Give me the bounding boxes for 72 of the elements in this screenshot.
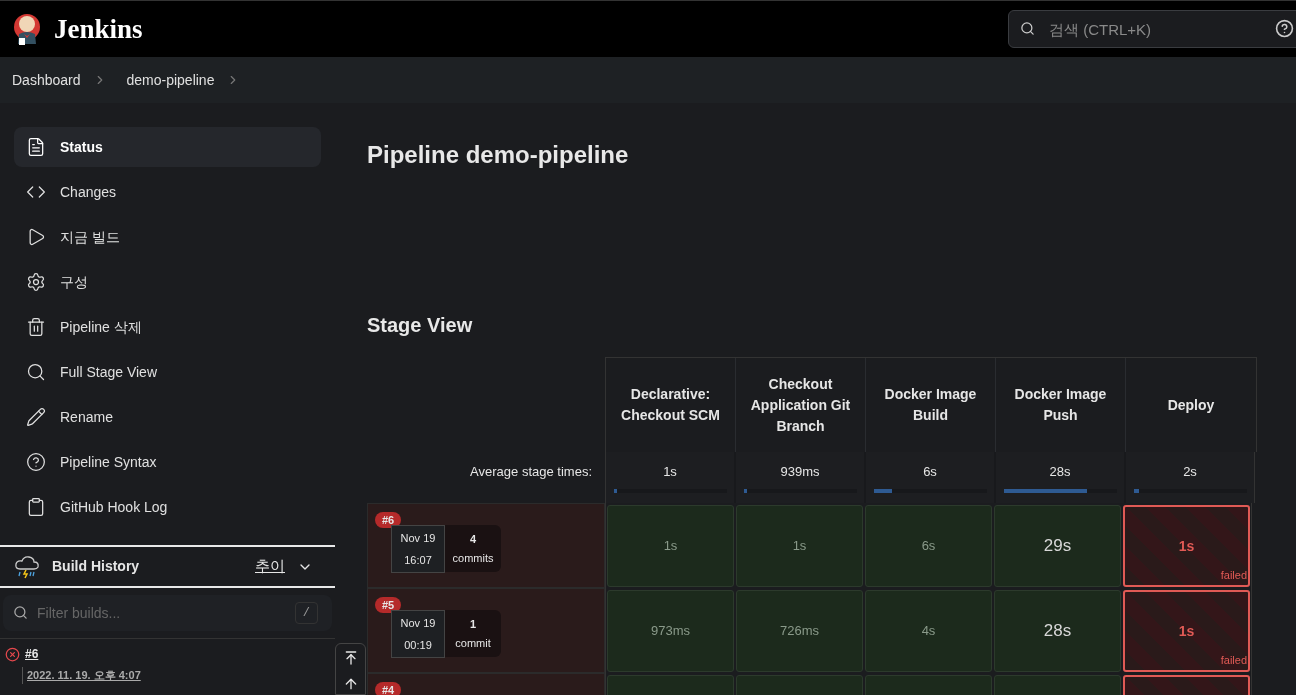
search-icon [1020,21,1035,36]
sidebar-item[interactable]: Rename [14,397,321,437]
commit-label: commit [455,636,491,651]
sidebar-item[interactable]: GitHub Hook Log [14,487,321,527]
stage-cell[interactable]: 28s [994,590,1121,672]
build-number-badge[interactable]: #5 [375,597,402,613]
commit-count: 4 [469,531,477,547]
commit-count: 1 [469,616,477,632]
sidebar-item[interactable]: Full Stage View [14,352,321,392]
stage-cell[interactable]: 6s [865,505,992,587]
build-date: Nov 19 [400,615,436,631]
clipboard-icon [26,497,46,517]
failed-label: failed [1220,652,1247,668]
sidebar-item[interactable]: 지금 빌드 [14,217,321,257]
search-field[interactable]: 검색 (CTRL+K) [1008,10,1296,48]
failed-status-icon [5,646,20,662]
storm-cloud-icon [14,554,40,579]
average-time: 939ms [780,463,820,481]
stage-cell[interactable]: 1s failed [1123,590,1250,672]
search-icon [13,605,28,620]
stage-duration: 973ms [651,622,690,641]
commit-label: commits [452,551,494,566]
stage-duration: 28s [1043,620,1072,643]
failed-label: failed [1220,567,1247,583]
stage-duration: 29s [1043,535,1072,558]
breadcrumb-link[interactable]: demo-pipeline [126,69,215,91]
average-time: 1s [663,463,677,481]
stage-duration: 6s [921,537,936,556]
sidebar-item[interactable]: Changes [14,172,321,212]
brand-name[interactable]: Jenkins [54,8,143,50]
help-icon [26,452,46,472]
stage-duration: 4s [921,622,936,641]
build-time: 16:07 [404,553,432,568]
average-label: Average stage times: [469,463,593,481]
stage-cell[interactable]: 1s failed [1123,505,1250,587]
sidebar-item[interactable]: Pipeline 삭제 [14,307,321,347]
build-date: Nov 19 [400,530,436,546]
average-time: 6s [923,463,937,481]
trash-icon [26,317,46,337]
stage-cell[interactable]: 1s [607,505,734,587]
build-date-link[interactable]: 2022. 11. 19. 오후 4:07 [22,667,330,684]
sidebar-item[interactable]: Status [14,127,321,167]
butler-logo-icon [12,12,42,46]
page-title: Pipeline demo-pipeline [367,140,630,170]
breadcrumb-link[interactable]: Dashboard [12,69,81,91]
stage-cell[interactable]: 726ms [736,590,863,672]
average-time: 2s [1183,463,1197,481]
stage-duration: 1s [1178,536,1195,556]
build-time: 00:19 [404,638,432,653]
settings-icon [26,272,46,292]
trend-link[interactable]: 추이 [255,555,285,578]
section-title: Stage View [367,313,474,338]
search-icon [26,362,46,382]
pencil-icon [26,407,46,427]
shortcut-key: / [294,602,318,624]
document-icon [26,137,46,157]
stage-duration: 1s [663,537,678,556]
build-number-badge[interactable]: #6 [375,512,402,528]
stage-cell[interactable]: 973ms [607,590,734,672]
stage-cell[interactable]: 1s [736,505,863,587]
sidebar-item[interactable]: 구성 [14,262,321,302]
stage-duration: 726ms [780,622,819,641]
help-icon[interactable] [1275,19,1294,38]
build-history-title: Build History [52,557,141,576]
build-number-link[interactable]: #6 [25,645,39,663]
build-number-badge[interactable]: #4 [375,682,402,695]
stage-cell[interactable]: 29s [994,505,1121,587]
sidebar-item[interactable]: Pipeline Syntax [14,442,321,482]
stage-duration: 1s [792,537,807,556]
stage-duration: 1s [1178,621,1195,641]
stage-cell[interactable]: 4s [865,590,992,672]
average-time: 28s [1049,463,1071,481]
